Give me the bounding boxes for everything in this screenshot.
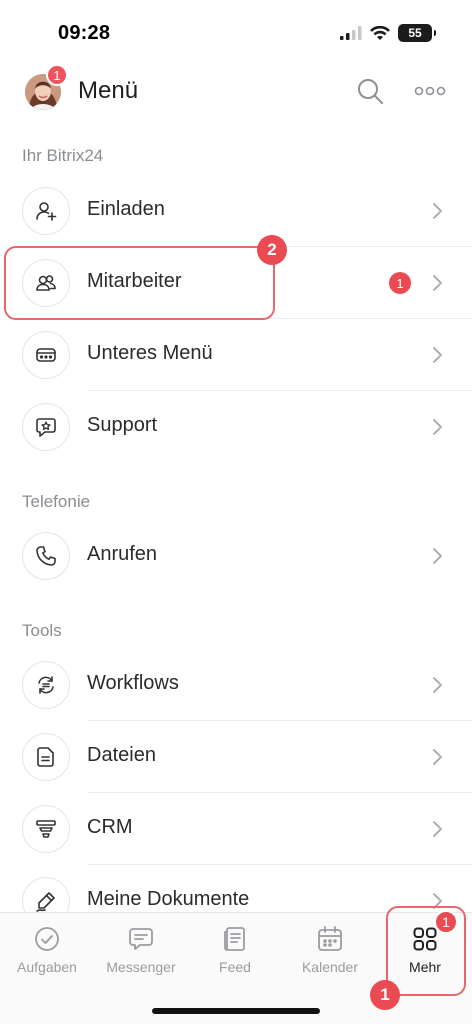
section-title-tools: Tools xyxy=(22,621,62,640)
tab-messenger[interactable]: Messenger xyxy=(94,913,188,985)
highlight-mitarbeiter xyxy=(4,246,275,320)
menu-label-einladen: Einladen xyxy=(87,198,165,220)
battery-icon: 55 xyxy=(398,24,436,42)
menu-item-unteres-menu[interactable]: Unteres Menü xyxy=(0,319,472,391)
chevron-right-icon xyxy=(433,749,442,765)
tab-label-kalender: Kalender xyxy=(301,959,359,975)
messenger-icon xyxy=(129,928,153,950)
avatar-badge: 1 xyxy=(46,64,68,86)
tab-aufgaben[interactable]: Aufgaben xyxy=(0,913,94,985)
home-indicator xyxy=(152,1008,320,1014)
menu-item-dateien[interactable]: Dateien xyxy=(0,721,472,793)
wifi-icon xyxy=(370,25,390,40)
chevron-right-icon xyxy=(433,275,442,291)
section-title-telefonie: Telefonie xyxy=(22,492,91,511)
header: 1 Menü xyxy=(0,62,472,122)
section-title-bitrix: Ihr Bitrix24 xyxy=(22,146,104,165)
page-title: Menü xyxy=(78,77,139,104)
tab-label-aufgaben: Aufgaben xyxy=(17,959,77,975)
menu-label-crm: CRM xyxy=(87,816,133,838)
tab-label-feed: Feed xyxy=(219,959,251,975)
phone-icon xyxy=(22,532,70,580)
file-icon xyxy=(22,733,70,781)
menu-label-dateien: Dateien xyxy=(87,744,156,766)
callout-1: 1 xyxy=(370,980,400,1010)
status-time: 09:28 xyxy=(58,22,111,44)
chevron-right-icon xyxy=(433,347,442,363)
chevron-right-icon xyxy=(433,821,442,837)
chevron-right-icon xyxy=(433,203,442,219)
battery-level: 55 xyxy=(408,26,422,40)
calendar-icon xyxy=(318,926,342,951)
tab-label-messenger: Messenger xyxy=(106,959,176,975)
more-dots-icon[interactable] xyxy=(414,80,446,102)
chevron-right-icon xyxy=(433,548,442,564)
status-icons: 55 xyxy=(340,24,436,42)
tab-kalender[interactable]: Kalender xyxy=(282,913,378,985)
tab-feed[interactable]: Feed xyxy=(188,913,282,985)
chevron-right-icon xyxy=(433,677,442,693)
menu-label-support: Support xyxy=(87,414,158,436)
menu-label-anrufen: Anrufen xyxy=(87,543,158,565)
menu-label-workflows: Workflows xyxy=(87,672,179,694)
menu-item-support[interactable]: Support xyxy=(0,391,472,463)
menu-item-einladen[interactable]: Einladen xyxy=(0,175,472,247)
menu-item-crm[interactable]: CRM xyxy=(0,793,472,865)
workflows-icon xyxy=(22,661,70,709)
count-badge: 1 xyxy=(389,272,411,294)
feed-icon xyxy=(224,927,245,951)
tab-badge-mehr: 1 xyxy=(434,910,458,934)
menu-item-workflows[interactable]: Workflows xyxy=(0,649,472,721)
bottom-menu-icon xyxy=(22,331,70,379)
search-icon[interactable] xyxy=(355,76,385,106)
chevron-right-icon xyxy=(433,419,442,435)
menu-item-anrufen[interactable]: Anrufen xyxy=(0,520,472,592)
menu-label-unteres-menu: Unteres Menü xyxy=(87,342,213,364)
callout-2: 2 xyxy=(257,235,287,265)
menu-label-dokumente: Meine Dokumente xyxy=(87,888,250,910)
invite-user-icon xyxy=(22,187,70,235)
cellular-signal-icon xyxy=(340,26,362,40)
crm-funnel-icon xyxy=(22,805,70,853)
status-bar: 09:28 55 xyxy=(0,0,472,62)
support-chat-star-icon xyxy=(22,403,70,451)
tasks-check-icon xyxy=(35,927,59,951)
